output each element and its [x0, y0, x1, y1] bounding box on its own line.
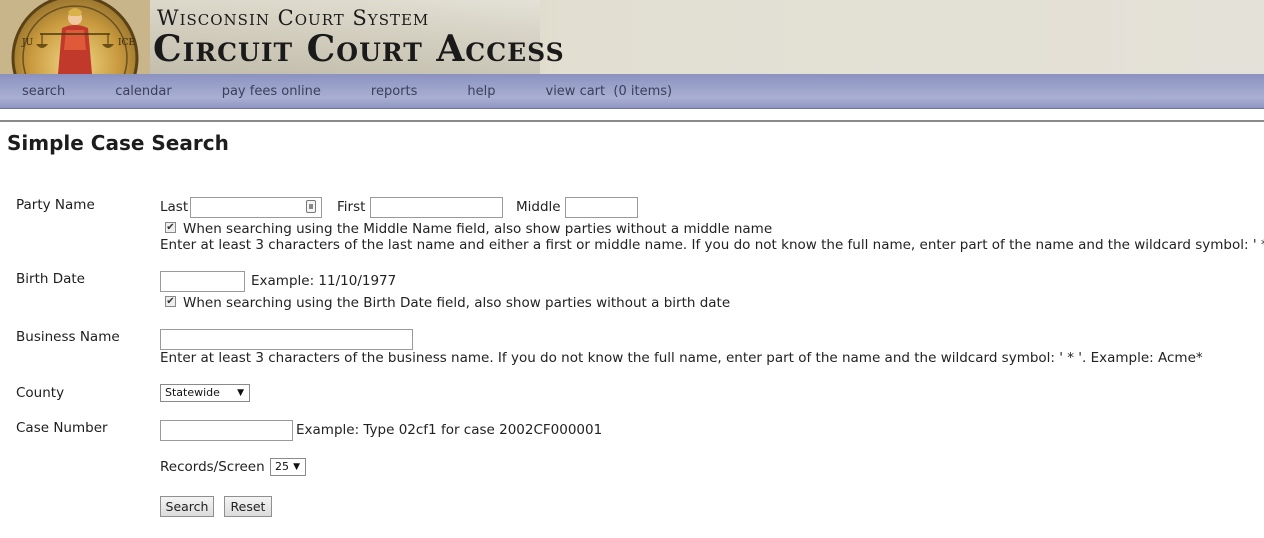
first-name-input[interactable] — [370, 197, 503, 218]
header-banner: JU ICE Wisconsin Court System Circuit Co… — [0, 0, 1264, 74]
county-label: County — [16, 385, 65, 401]
main-nav-bar: search calendar pay fees online reports … — [0, 74, 1264, 109]
banner-title-line1: Wisconsin Court System — [157, 6, 430, 30]
search-button[interactable]: Search — [160, 496, 214, 517]
dropdown-arrow-icon: ▼ — [293, 462, 300, 472]
dropdown-arrow-icon: ▼ — [237, 388, 244, 398]
middle-name-input[interactable] — [565, 197, 638, 218]
last-name-input[interactable] — [190, 197, 322, 218]
birth-date-example: Example: 11/10/1977 — [251, 273, 397, 289]
party-name-label: Party Name — [16, 197, 95, 213]
business-name-hint: Enter at least 3 characters of the busin… — [160, 350, 1203, 366]
case-number-label: Case Number — [16, 420, 108, 436]
banner-title-line2: Circuit Court Access — [153, 28, 565, 70]
middle-name-checkbox-label: When searching using the Middle Name fie… — [183, 221, 773, 237]
justice-seal-image: JU ICE — [0, 0, 150, 74]
birth-date-checkbox[interactable]: ✔ — [165, 296, 176, 307]
records-per-screen-select[interactable]: 25 ▼ — [270, 458, 306, 476]
middle-name-checkbox[interactable]: ✔ — [165, 222, 176, 233]
business-name-input[interactable] — [160, 329, 413, 350]
page-title: Simple Case Search — [7, 131, 229, 155]
case-number-example: Example: Type 02cf1 for case 2002CF00000… — [296, 422, 603, 438]
birth-date-input[interactable] — [160, 271, 245, 292]
svg-text:JU: JU — [21, 38, 34, 48]
business-name-label: Business Name — [16, 329, 120, 345]
nav-help[interactable]: help — [467, 84, 495, 99]
nav-reports[interactable]: reports — [371, 84, 417, 99]
nav-pay-fees-online[interactable]: pay fees online — [222, 84, 321, 99]
county-select[interactable]: Statewide ▼ — [160, 384, 250, 402]
autofill-contact-icon[interactable] — [306, 200, 316, 213]
birth-date-checkbox-label: When searching using the Birth Date fiel… — [183, 295, 731, 311]
header-divider — [0, 109, 1264, 122]
nav-search[interactable]: search — [22, 84, 65, 99]
middle-name-label: Middle — [516, 199, 561, 215]
last-name-label: Last — [160, 199, 189, 215]
first-name-label: First — [337, 199, 366, 215]
birth-date-label: Birth Date — [16, 271, 85, 287]
reset-button[interactable]: Reset — [224, 496, 272, 517]
nav-view-cart[interactable]: view cart (0 items) — [546, 84, 673, 99]
case-number-input[interactable] — [160, 420, 293, 441]
svg-text:ICE: ICE — [118, 38, 135, 48]
party-name-hint: Enter at least 3 characters of the last … — [160, 237, 1264, 253]
records-per-screen-label: Records/Screen — [160, 459, 265, 475]
county-selected-value: Statewide — [165, 386, 220, 399]
records-selected-value: 25 — [275, 460, 289, 473]
nav-calendar[interactable]: calendar — [115, 84, 172, 99]
